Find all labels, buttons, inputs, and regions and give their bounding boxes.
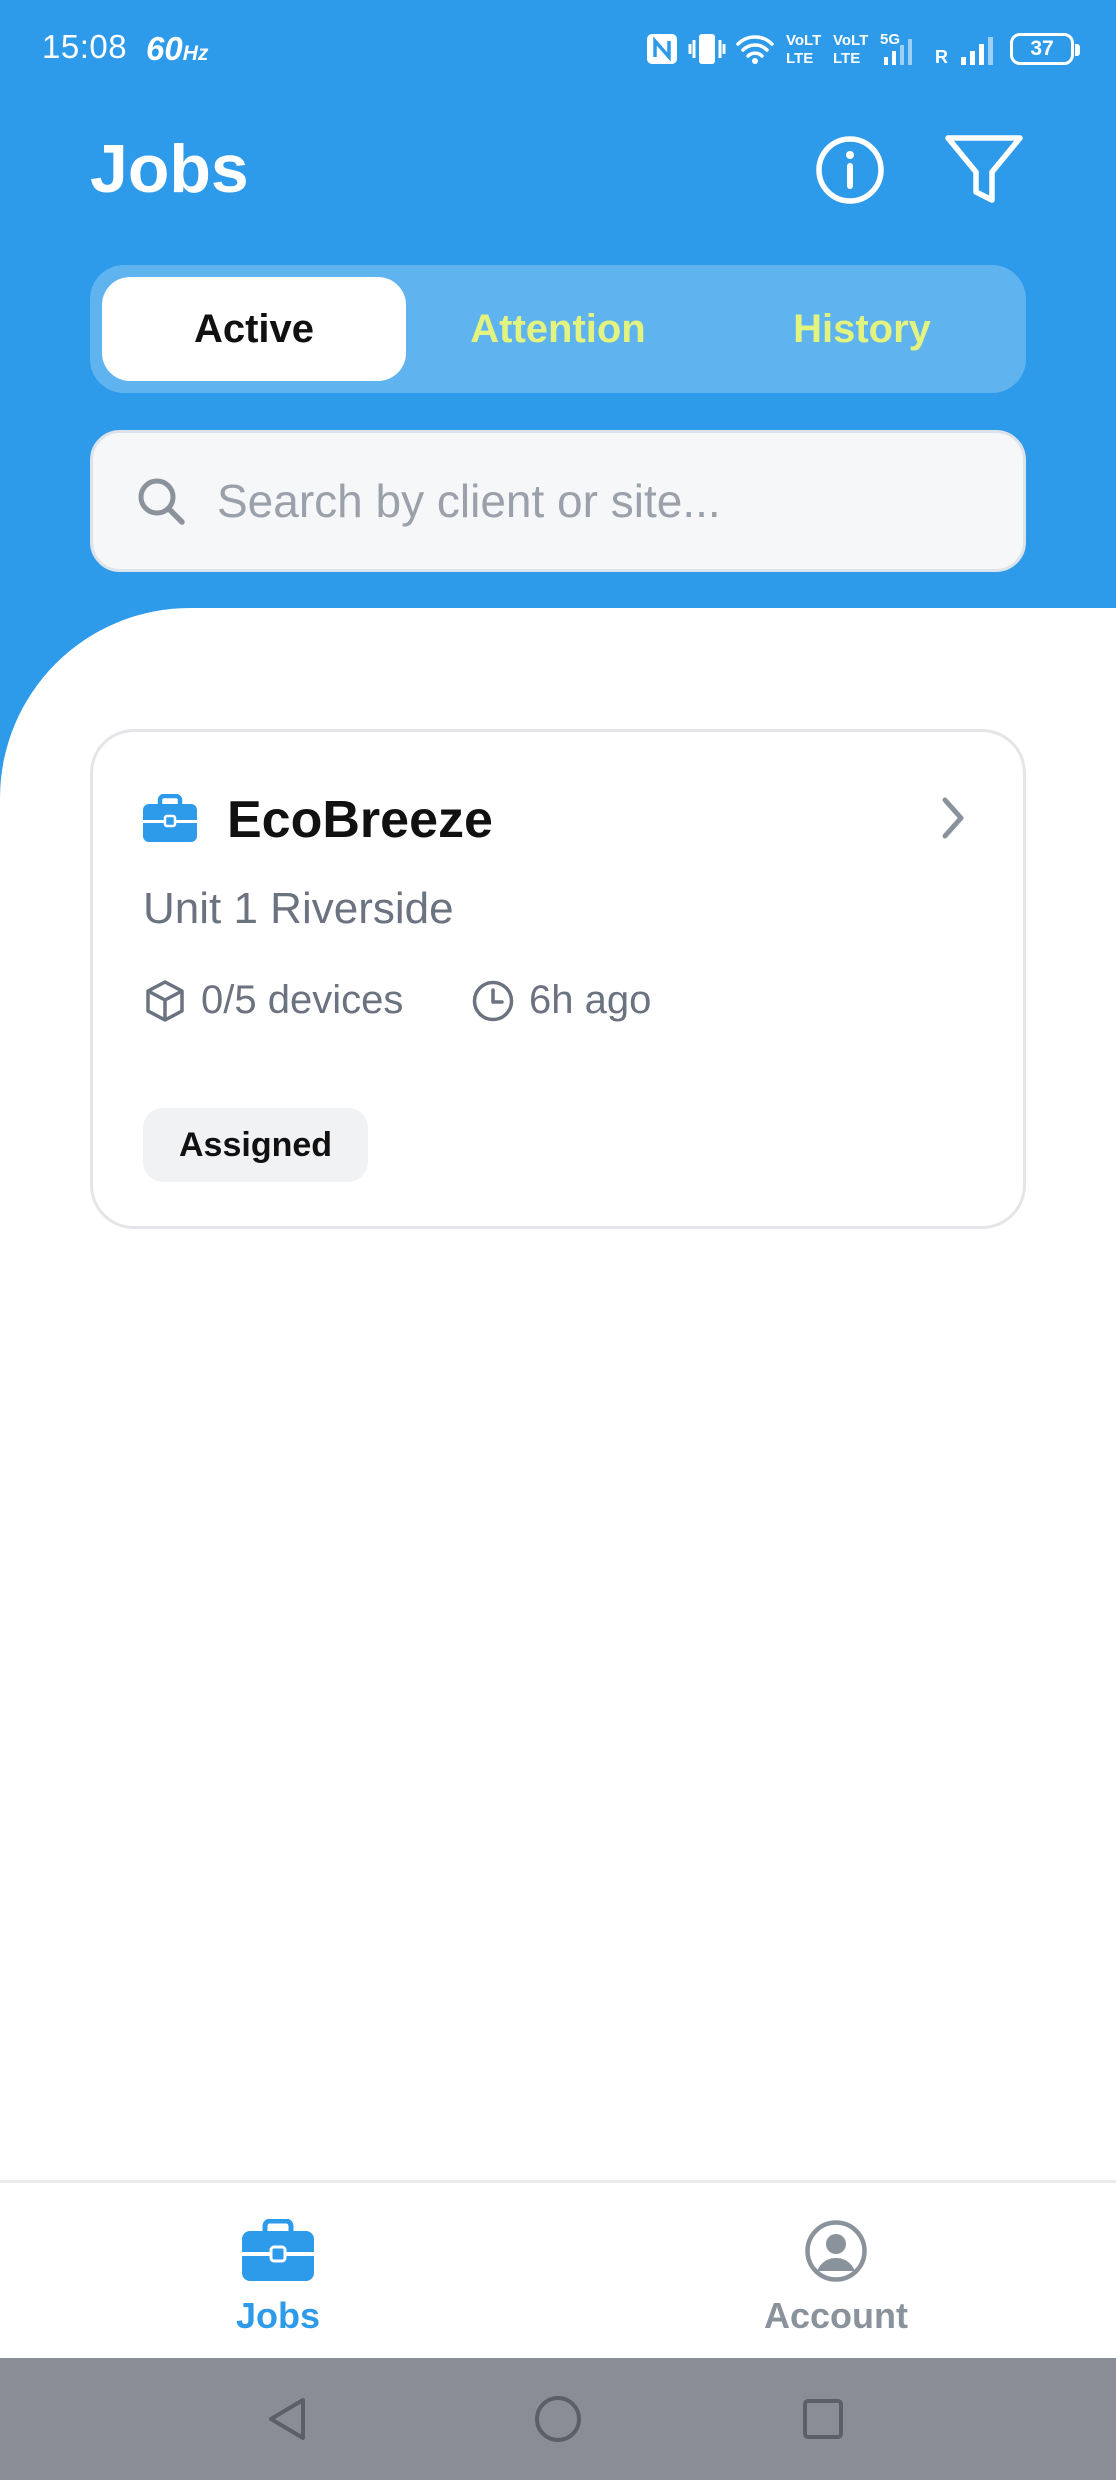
recents-button[interactable] <box>792 2388 854 2450</box>
signal-icon <box>961 37 993 65</box>
search-icon <box>135 475 187 527</box>
svg-text:LTE: LTE <box>833 50 860 67</box>
status-icons: VoLTELTE VoLTELTE 5G R 37 <box>645 26 1080 72</box>
svg-text:5G: 5G <box>880 31 900 48</box>
volte-icon: VoLTELTE <box>833 32 869 67</box>
home-icon <box>535 2396 581 2442</box>
info-button[interactable] <box>808 128 892 212</box>
battery-indicator: 37 <box>1010 33 1080 65</box>
svg-text:LTE: LTE <box>786 50 813 67</box>
chevron-right-icon <box>937 794 969 847</box>
signal-5g-icon: 5G <box>880 31 912 65</box>
nav-account-label: Account <box>764 2295 908 2336</box>
volte-icon: VoLTELTE <box>786 32 822 67</box>
briefcase-icon <box>242 2219 314 2281</box>
refresh-rate-indicator: 60Hz <box>146 30 209 67</box>
info-icon <box>816 136 884 204</box>
tab-active[interactable]: Active <box>102 277 406 381</box>
status-time: 15:08 <box>42 28 128 65</box>
svg-text:VoLTE: VoLTE <box>786 32 822 49</box>
nfc-icon <box>647 34 677 64</box>
job-devices: 0/5 devices <box>143 978 403 1023</box>
devices-count: 0/5 devices <box>201 978 404 1022</box>
job-card[interactable]: EcoBreeze Unit 1 Riverside 0/5 devices 6… <box>90 729 1026 1229</box>
job-time: 6h ago <box>471 978 651 1023</box>
bottom-nav: Jobs Account <box>0 2180 1116 2358</box>
system-nav-bar <box>0 2358 1116 2480</box>
filter-button[interactable] <box>942 128 1026 212</box>
status-badge: Assigned <box>143 1108 369 1182</box>
recents-icon <box>803 2399 843 2439</box>
wifi-icon <box>736 35 774 64</box>
briefcase-icon <box>141 793 199 849</box>
vibrate-icon <box>688 34 726 64</box>
job-site: Unit 1 Riverside <box>143 884 454 933</box>
search-bar <box>90 430 1026 572</box>
tab-attention[interactable]: Attention <box>406 277 710 381</box>
home-button[interactable] <box>527 2388 589 2450</box>
time-ago: 6h ago <box>529 978 652 1022</box>
nav-jobs-label: Jobs <box>235 2295 321 2336</box>
roaming-indicator: R <box>935 47 948 67</box>
tab-bar: Active Attention History <box>90 265 1026 393</box>
back-icon <box>269 2398 305 2440</box>
clock-icon <box>472 980 514 1021</box>
cube-icon <box>146 979 184 1022</box>
job-client: EcoBreeze <box>227 791 493 849</box>
svg-text:VoLTE: VoLTE <box>833 32 869 49</box>
nav-account[interactable]: Account <box>686 2219 986 2337</box>
filter-icon <box>945 135 1023 203</box>
page-title: Jobs <box>90 131 249 207</box>
tab-history[interactable]: History <box>710 277 1014 381</box>
nav-jobs[interactable]: Jobs <box>128 2219 428 2337</box>
back-button[interactable] <box>256 2388 318 2450</box>
search-input[interactable] <box>217 474 977 528</box>
account-icon <box>805 2220 867 2282</box>
